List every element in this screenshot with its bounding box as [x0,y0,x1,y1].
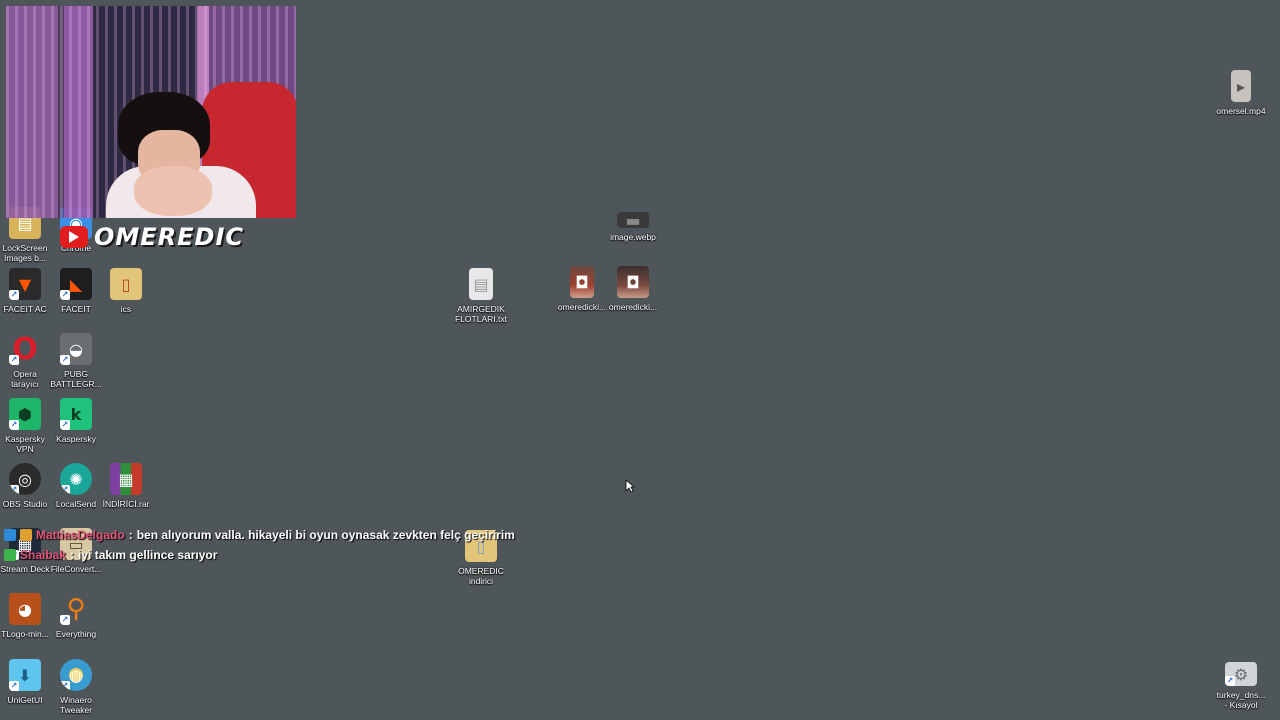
desktop-icon[interactable]: ◍ ↗ Winaero Tweaker [49,659,103,715]
youtube-icon [60,226,88,248]
icon-label: Winaero Tweaker [59,695,93,715]
desktop-icon[interactable]: ▦ İNDİRİCİ.rar [99,463,153,509]
faceit-icon: ◣ ↗ [60,268,92,300]
icon-label: omeredicki... [608,302,658,312]
icon-label: OMEREDIC indirici [458,566,504,586]
chat-separator: : [128,528,133,542]
icon-label: image.webp [610,232,656,242]
desktop-icon[interactable]: ▯ ics [99,268,153,314]
desktop-icon[interactable]: ⚙ ↗ turkey_dns... - Kısayol [1214,662,1268,710]
chat-username: Shaibak [20,548,67,562]
chat-badge-icon [4,549,16,561]
desktop-icon[interactable]: ⚲ ↗ Everything [49,593,103,639]
desktop[interactable]: ▤ LockScreen Images b... ◉ Chrome ▼ ↗ FAC… [0,0,1280,720]
chat-overlay: MattiasDelgado : ben alıyorum valla. hik… [4,528,515,562]
unigetui-icon: ⬇ ↗ [9,659,41,691]
video-icon: ▸ [1231,70,1251,102]
shortcut-arrow-icon: ↗ [60,615,70,625]
pubg-icon: ◒ ↗ [60,333,92,365]
shortcut-arrow-icon: ↗ [1225,676,1235,686]
shortcut-arrow-icon: ↗ [9,355,19,365]
everything-icon: ⚲ ↗ [60,593,92,625]
shortcut-arrow-icon: ↗ [60,485,70,495]
image-icon: ◘ [617,266,649,298]
shortcut-arrow-icon: ↗ [60,681,70,691]
webcam-overlay [6,6,296,218]
settings-shortcut-icon: ⚙ ↗ [1225,662,1257,686]
streamer-hand [134,166,212,216]
chat-badge-icon [20,529,32,541]
winrar-icon: ▦ [110,463,142,495]
chat-text: iyi takım gellince sarıyor [78,548,218,562]
image-icon: ◘ [570,266,594,298]
winaero-icon: ◍ ↗ [60,659,92,691]
chat-message: Shaibak : iyi takım gellince sarıyor [4,548,515,562]
desktop-icon[interactable]: ▬ image.webp [606,212,660,242]
shortcut-arrow-icon: ↗ [9,681,19,691]
shortcut-arrow-icon: ↗ [9,290,19,300]
icon-label: turkey_dns... - Kısayol [1216,690,1266,710]
channel-name: OMEREDIC [94,223,245,251]
obs-icon: ◎ ↗ [9,463,41,495]
shortcut-arrow-icon: ↗ [9,420,19,430]
icon-label: ics [120,304,132,314]
shortcut-arrow-icon: ↗ [60,290,70,300]
desktop-icon[interactable]: ◘ omeredicki... [606,266,660,312]
kaspersky-icon: k ↗ [60,398,92,430]
opera-icon: O ↗ [9,333,41,365]
desktop-icon[interactable]: k ↗ Kaspersky [49,398,103,444]
shortcut-arrow-icon: ↗ [60,355,70,365]
shortcut-arrow-icon: ↗ [60,420,70,430]
desktop-icon[interactable]: ⬢ ↗ Kaspersky VPN [0,398,52,454]
text-file-icon: ▤ [469,268,493,300]
icon-label: PUBG BATTLEGR... [50,369,102,389]
faceit-ac-icon: ▼ ↗ [9,268,41,300]
chat-badge-icon [4,529,16,541]
localsend-icon: ✺ ↗ [60,463,92,495]
icon-label: AMIRGEDIK FLOTLARI.txt [455,304,507,324]
mouse-cursor-icon [625,479,635,493]
chat-separator: : [70,548,75,562]
icon-label: İNDİRİCİ.rar [102,499,150,509]
image-icon: ▬ [617,212,649,228]
icon-label: FileConvert... [50,564,102,574]
chat-message: MattiasDelgado : ben alıyorum valla. hik… [4,528,515,542]
icon-label: Kaspersky [56,434,96,444]
desktop-icon[interactable]: ▤ AMIRGEDIK FLOTLARI.txt [454,268,508,324]
folder-icon: ▯ [110,268,142,300]
desktop-icon[interactable]: ◒ ↗ PUBG BATTLEGR... [49,333,103,389]
shortcut-arrow-icon: ↗ [9,485,19,495]
channel-brand: OMEREDIC [60,223,244,251]
icon-label: Everything [55,629,97,639]
kaspersky-vpn-icon: ⬢ ↗ [9,398,41,430]
chat-username: MattiasDelgado [36,528,125,542]
image-icon: ◕ [9,593,41,625]
desktop-icon[interactable]: ▸ omersel.mp4 [1214,70,1268,116]
chat-text: ben alıyorum valla. hikayeli bi oyun oyn… [136,528,515,542]
icon-label: omersel.mp4 [1216,106,1266,116]
